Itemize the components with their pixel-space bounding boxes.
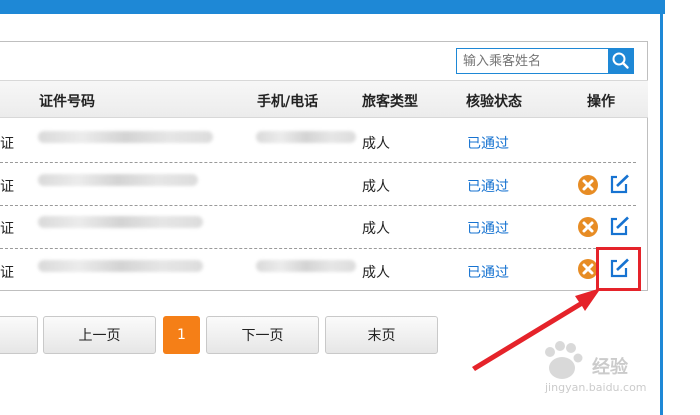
watermark-url: jingyan.baidu.com [545,381,647,394]
watermark-brand: 经验 [592,357,628,378]
